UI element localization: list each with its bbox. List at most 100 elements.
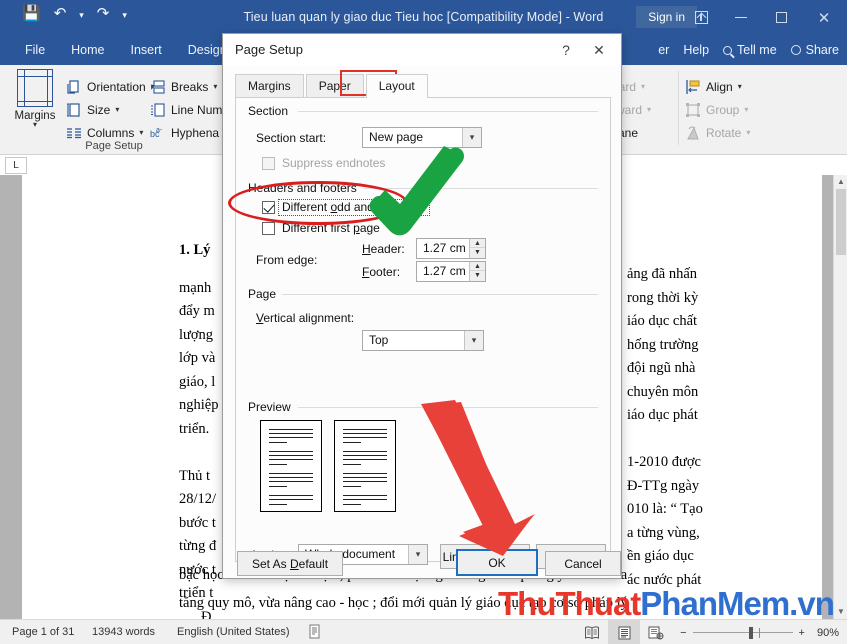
- read-mode-icon[interactable]: [576, 620, 608, 644]
- scroll-down-arrow[interactable]: ▼: [834, 605, 847, 619]
- chevron-down-icon: ▾: [737, 82, 742, 91]
- preview-page-even: [334, 420, 397, 512]
- align-label: Align: [706, 79, 733, 94]
- spin-up-icon[interactable]: ▲: [470, 262, 485, 271]
- zoom-level[interactable]: 90%: [817, 627, 839, 639]
- zoom-track[interactable]: [692, 626, 793, 639]
- zoom-out-button[interactable]: −: [680, 627, 686, 639]
- close-icon[interactable]: ✕: [583, 34, 615, 66]
- search-icon: [723, 45, 733, 55]
- word-count[interactable]: 13943 words: [92, 620, 155, 644]
- margins-button[interactable]: Margins ▾: [8, 69, 62, 129]
- rotate-icon: [685, 125, 701, 141]
- share-button[interactable]: Share: [790, 43, 839, 57]
- chevron-down-icon[interactable]: ▾: [408, 545, 427, 564]
- chevron-down-icon: ▾: [115, 105, 120, 114]
- group-page-setup: Margins ▾ Orientation ▾ Size ▾: [0, 65, 228, 155]
- header-label: Header:: [362, 242, 405, 256]
- undo-dropdown-icon[interactable]: ▾: [79, 11, 84, 20]
- align-icon: [685, 79, 701, 95]
- svg-text:a-: a-: [156, 127, 163, 134]
- header-spinner[interactable]: 1.27 cm ▲ ▼: [416, 238, 486, 259]
- person-add-icon: [790, 45, 801, 55]
- tab-margins[interactable]: Margins: [235, 74, 304, 98]
- tab-paper[interactable]: Paper: [305, 74, 364, 98]
- hyphenation-icon: bc a-: [150, 125, 166, 141]
- doc-line: iáo dục phát: [627, 407, 698, 423]
- section-start-combo[interactable]: New page ▾: [362, 127, 482, 148]
- orientation-label: Orientation: [87, 79, 146, 94]
- set-as-default-label: Set As Default: [251, 556, 329, 571]
- chevron-down-icon: ▾: [213, 82, 218, 91]
- customize-quick-access-icon[interactable]: ▾: [122, 11, 127, 20]
- proofing-errors-icon[interactable]: [308, 624, 322, 644]
- size-button[interactable]: Size ▾: [66, 98, 155, 121]
- align-button[interactable]: Align ▾: [685, 75, 750, 98]
- breaks-button[interactable]: Breaks ▾: [150, 75, 222, 98]
- scroll-thumb[interactable]: [836, 189, 846, 255]
- tab-partial-layout[interactable]: er: [658, 43, 669, 57]
- spin-up-icon[interactable]: ▲: [470, 239, 485, 248]
- line-numbers-button[interactable]: Line Num: [150, 98, 222, 121]
- chevron-down-icon[interactable]: ▾: [464, 331, 483, 350]
- header-spin-buttons[interactable]: ▲ ▼: [469, 239, 485, 258]
- doc-line: đội ngũ nhà: [627, 360, 696, 376]
- dialog-panel-layout: Section Section start: New page ▾ Suppre…: [235, 97, 611, 569]
- doc-line: 1-2010 được: [627, 454, 701, 470]
- zoom-knob[interactable]: [748, 626, 753, 639]
- spin-down-icon[interactable]: ▼: [470, 271, 485, 280]
- maximize-icon[interactable]: [761, 0, 801, 35]
- print-layout-icon[interactable]: [608, 620, 641, 644]
- vertical-alignment-combo[interactable]: Top ▾: [362, 330, 484, 351]
- scroll-up-arrow[interactable]: ▲: [834, 175, 847, 189]
- ok-button[interactable]: OK: [456, 549, 538, 576]
- spin-down-icon[interactable]: ▼: [470, 248, 485, 257]
- chevron-down-icon: ▾: [139, 128, 144, 137]
- different-odd-even-checkbox[interactable]: [262, 201, 275, 214]
- rotate-button[interactable]: Rotate ▾: [685, 121, 750, 144]
- different-first-page-label: Different first page: [282, 221, 380, 235]
- help-question-icon[interactable]: ?: [553, 34, 579, 66]
- tab-insert[interactable]: Insert: [118, 35, 175, 65]
- orientation-button[interactable]: Orientation ▾: [66, 75, 155, 98]
- set-as-default-button[interactable]: Set As Default: [237, 551, 343, 576]
- group-arrange: ward ▾ kward ▾ Pane Align ▾ Group ▾ Rota…: [610, 65, 847, 155]
- preview-pages: [260, 420, 404, 517]
- save-icon[interactable]: 💾: [22, 6, 41, 21]
- suppress-endnotes-checkbox[interactable]: [262, 157, 275, 170]
- ribbon-display-options-icon[interactable]: [681, 0, 721, 35]
- web-layout-icon[interactable]: [640, 620, 672, 644]
- quick-access-toolbar: 💾 ↶ ▾ ↷ ▾: [22, 6, 127, 21]
- zoom-slider[interactable]: − + 90%: [672, 627, 847, 639]
- language-indicator[interactable]: English (United States): [177, 620, 290, 644]
- footer-spin-buttons[interactable]: ▲ ▼: [469, 262, 485, 281]
- doc-line: iáo dục chất: [627, 313, 698, 329]
- group-button[interactable]: Group ▾: [685, 98, 750, 121]
- page-indicator[interactable]: Page 1 of 31: [12, 620, 74, 644]
- tab-file[interactable]: File: [12, 35, 59, 65]
- tab-layout[interactable]: Layout: [365, 74, 428, 98]
- minimize-icon[interactable]: [721, 0, 761, 35]
- cancel-button[interactable]: Cancel: [545, 551, 621, 576]
- margins-icon: [17, 69, 53, 107]
- different-odd-even-label: Different odd and even: [282, 200, 404, 214]
- footer-value: 1.27 cm: [423, 264, 466, 278]
- group-icon: [685, 102, 701, 118]
- close-icon[interactable]: ✕: [801, 0, 847, 35]
- tell-me-box[interactable]: Tell me: [723, 43, 777, 57]
- undo-icon[interactable]: ↶: [54, 6, 67, 21]
- different-first-page-checkbox[interactable]: [262, 222, 275, 235]
- tell-me-label: Tell me: [737, 43, 777, 57]
- tab-help[interactable]: Help: [683, 43, 709, 57]
- redo-icon[interactable]: ↷: [97, 6, 110, 21]
- breaks-label: Breaks: [171, 79, 209, 94]
- vertical-scrollbar[interactable]: ▲ ▼: [833, 175, 847, 619]
- chevron-down-icon[interactable]: ▾: [462, 128, 481, 147]
- window-controls: ✕: [681, 0, 847, 35]
- tab-selector-button[interactable]: L: [5, 157, 27, 174]
- zoom-in-button[interactable]: +: [799, 627, 805, 639]
- footer-spinner[interactable]: 1.27 cm ▲ ▼: [416, 261, 486, 282]
- tab-home[interactable]: Home: [58, 35, 117, 65]
- size-icon: [66, 102, 82, 118]
- status-right: − + 90%: [576, 620, 847, 644]
